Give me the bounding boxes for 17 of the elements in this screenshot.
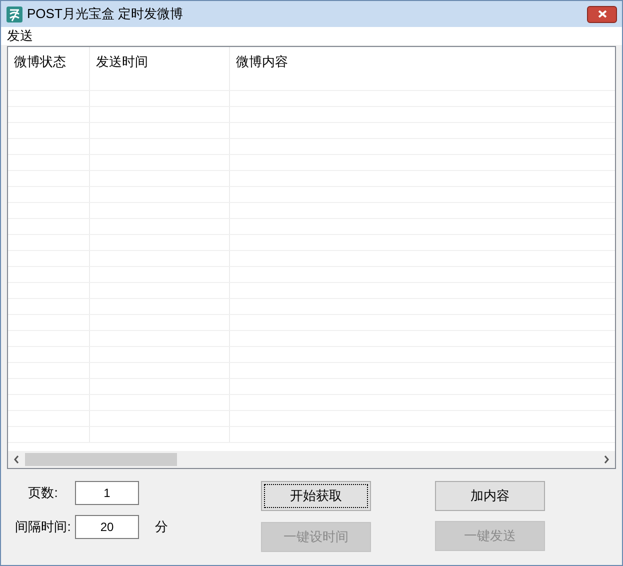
field-label: 页数: [27,484,59,502]
horizontal-scrollbar[interactable] [8,451,615,468]
unit-label: 分 [155,518,168,536]
column-header[interactable]: 微博状态 [8,47,90,75]
window-title: POST月光宝盒 定时发微博 [27,5,184,24]
scrollbar-thumb[interactable] [25,453,177,466]
action-button[interactable]: 开始获取 [261,481,371,511]
app-logo-icon [6,6,23,22]
action-button[interactable]: 加内容 [435,481,545,511]
input-field[interactable]: 20 [75,515,139,539]
menu-item[interactable]: 发送 [7,26,33,46]
field-label: 间隔时间: [14,518,72,536]
column-header[interactable]: 发送时间 [90,47,230,75]
close-icon [598,10,606,18]
input-field[interactable]: 1 [75,481,139,505]
close-button[interactable] [587,6,617,22]
column-header[interactable]: 微博内容 [230,47,615,75]
